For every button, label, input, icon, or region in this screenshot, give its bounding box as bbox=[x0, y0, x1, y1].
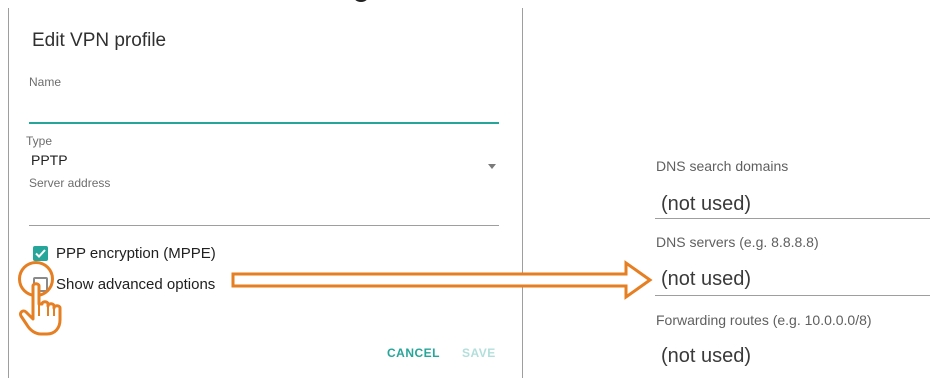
ppp-encryption-label: PPP encryption (MPPE) bbox=[56, 245, 216, 262]
dialog-title: Edit VPN profile bbox=[32, 30, 167, 51]
dns-servers-underline bbox=[655, 295, 930, 296]
clipped-glyph bbox=[352, 0, 370, 2]
edit-vpn-dialog: Edit VPN profile Name Type PPTP Server a… bbox=[8, 8, 523, 378]
server-address-label: Server address bbox=[29, 176, 111, 190]
save-button[interactable]: SAVE bbox=[462, 346, 496, 360]
dns-search-label: DNS search domains bbox=[656, 158, 789, 174]
dns-search-underline bbox=[655, 218, 930, 219]
checkbox-checked-icon[interactable] bbox=[33, 246, 48, 261]
dns-servers-input[interactable]: (not used) bbox=[661, 268, 751, 291]
dns-servers-label: DNS servers (e.g. 8.8.8.8) bbox=[656, 234, 819, 250]
forwarding-routes-label: Forwarding routes (e.g. 10.0.0.0/8) bbox=[656, 312, 872, 328]
name-input[interactable] bbox=[29, 122, 499, 124]
dns-search-input[interactable]: (not used) bbox=[661, 193, 751, 216]
arrow-right-icon bbox=[231, 260, 653, 300]
forwarding-routes-input[interactable]: (not used) bbox=[661, 345, 751, 368]
cancel-button[interactable]: CANCEL bbox=[387, 346, 440, 360]
name-label: Name bbox=[29, 75, 62, 89]
type-select[interactable]: PPTP bbox=[31, 152, 68, 168]
dropdown-caret-icon[interactable] bbox=[488, 164, 496, 169]
show-advanced-label: Show advanced options bbox=[56, 276, 216, 293]
type-label: Type bbox=[26, 134, 53, 148]
pointing-hand-icon bbox=[19, 282, 62, 336]
server-address-input[interactable] bbox=[29, 225, 499, 226]
